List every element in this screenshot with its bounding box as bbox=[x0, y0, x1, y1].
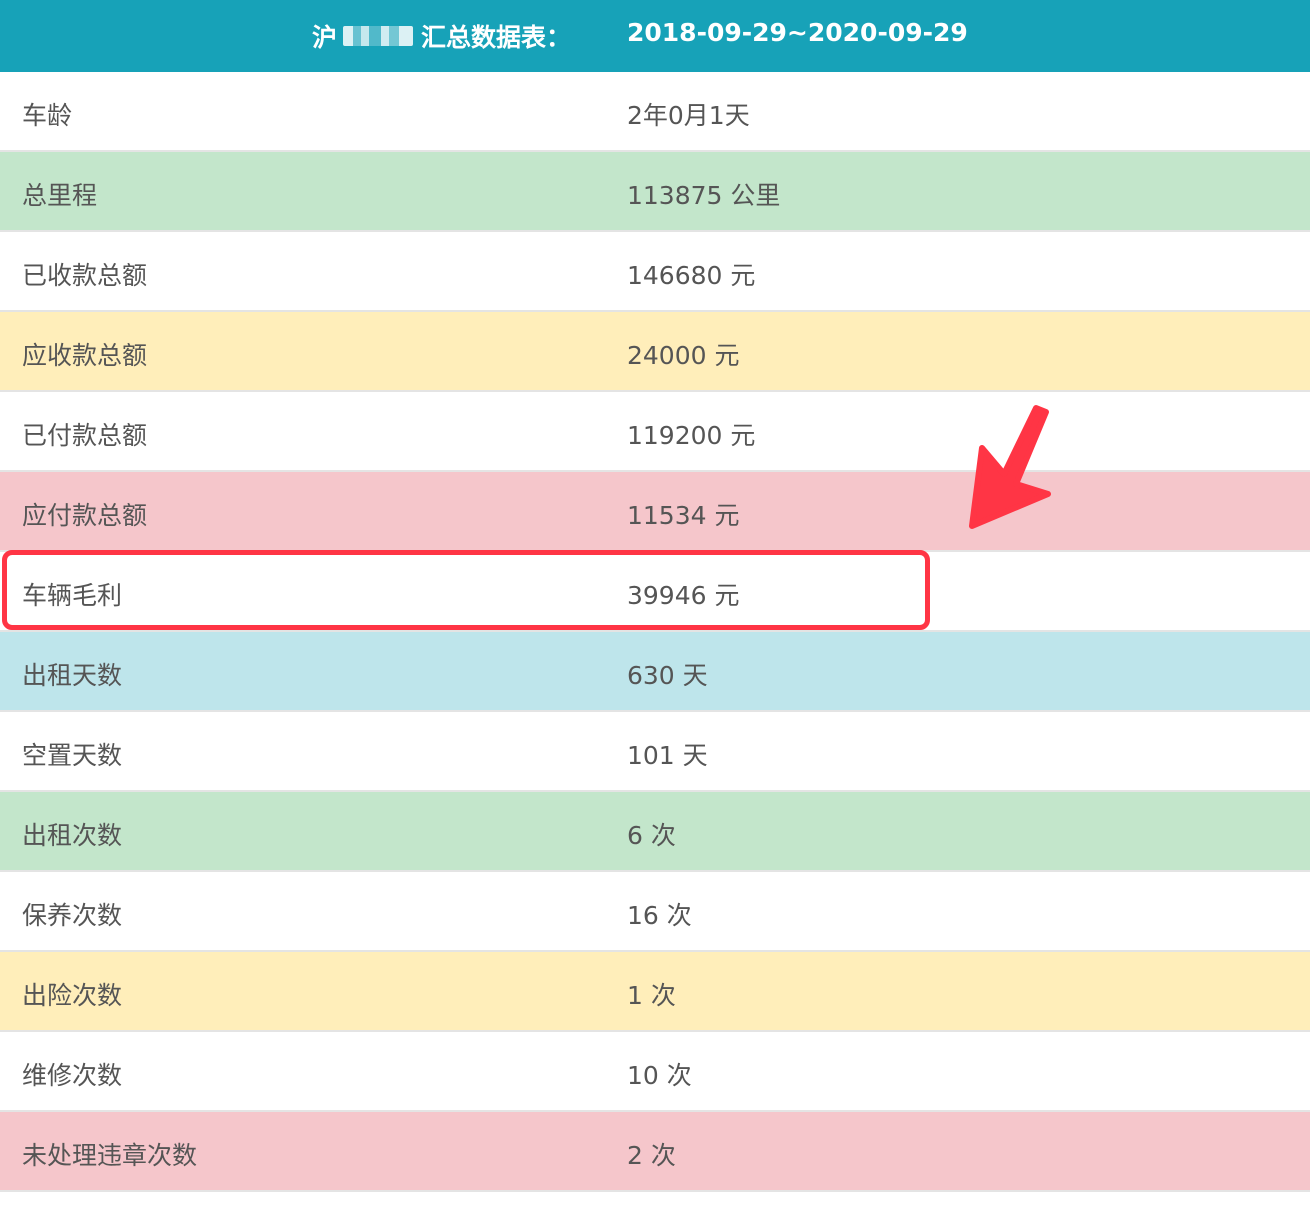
date-range: 2018-09-29~2020-09-29 bbox=[627, 18, 968, 47]
table-title: 沪 汇总数据表： bbox=[312, 18, 571, 54]
table-row: 维修次数 10 次 bbox=[0, 1032, 1310, 1112]
row-label: 出租天数 bbox=[22, 661, 123, 690]
summary-page: 沪 汇总数据表： 2018-09-29~2020-09-29 车龄 2年0月1天 总… bbox=[0, 0, 1310, 1220]
row-value: 146680 元 bbox=[627, 261, 756, 290]
table-header: 沪 汇总数据表： 2018-09-29~2020-09-29 bbox=[0, 0, 1310, 72]
row-label: 车龄 bbox=[22, 101, 73, 130]
row-label: 总里程 bbox=[22, 181, 98, 210]
row-value: 11534 元 bbox=[627, 501, 740, 530]
plate-number-mask bbox=[343, 26, 414, 46]
summary-table: 车龄 2年0月1天 总里程 113875 公里 已收款总额 146680 元 应收款总… bbox=[0, 72, 1310, 1192]
plate-prefix: 沪 bbox=[312, 23, 338, 52]
table-row: 未处理违章次数 2 次 bbox=[0, 1112, 1310, 1192]
table-row: 已收款总额 146680 元 bbox=[0, 232, 1310, 312]
row-label: 出险次数 bbox=[22, 981, 123, 1010]
table-row: 应付款总额 11534 元 bbox=[0, 472, 1310, 552]
table-row: 车龄 2年0月1天 bbox=[0, 72, 1310, 152]
title-suffix: 汇总数据表： bbox=[421, 23, 572, 52]
row-label: 已付款总额 bbox=[22, 421, 148, 450]
table-row: 总里程 113875 公里 bbox=[0, 152, 1310, 232]
row-label: 保养次数 bbox=[22, 901, 123, 930]
row-value: 24000 元 bbox=[627, 341, 740, 370]
row-value: 630 天 bbox=[627, 661, 708, 690]
table-row: 已付款总额 119200 元 bbox=[0, 392, 1310, 472]
row-value: 1 次 bbox=[627, 981, 676, 1010]
row-value: 2年0月1天 bbox=[627, 101, 750, 130]
row-label: 维修次数 bbox=[22, 1061, 123, 1090]
table-row: 出租次数 6 次 bbox=[0, 792, 1310, 872]
row-value: 113875 公里 bbox=[627, 181, 781, 210]
row-value: 6 次 bbox=[627, 821, 676, 850]
row-label: 车辆毛利 bbox=[22, 581, 123, 610]
table-row: 应收款总额 24000 元 bbox=[0, 312, 1310, 392]
row-value: 2 次 bbox=[627, 1141, 676, 1170]
row-value: 39946 元 bbox=[627, 581, 740, 610]
table-row: 车辆毛利 39946 元 bbox=[0, 552, 1310, 632]
table-row: 空置天数 101 天 bbox=[0, 712, 1310, 792]
row-label: 已收款总额 bbox=[22, 261, 148, 290]
table-row: 出险次数 1 次 bbox=[0, 952, 1310, 1032]
row-label: 空置天数 bbox=[22, 741, 123, 770]
row-label: 应付款总额 bbox=[22, 501, 148, 530]
row-value: 10 次 bbox=[627, 1061, 692, 1090]
row-label: 未处理违章次数 bbox=[22, 1141, 198, 1170]
row-label: 应收款总额 bbox=[22, 341, 148, 370]
row-value: 16 次 bbox=[627, 901, 692, 930]
row-value: 101 天 bbox=[627, 741, 708, 770]
row-value: 119200 元 bbox=[627, 421, 756, 450]
table-row: 出租天数 630 天 bbox=[0, 632, 1310, 712]
row-label: 出租次数 bbox=[22, 821, 123, 850]
table-row: 保养次数 16 次 bbox=[0, 872, 1310, 952]
